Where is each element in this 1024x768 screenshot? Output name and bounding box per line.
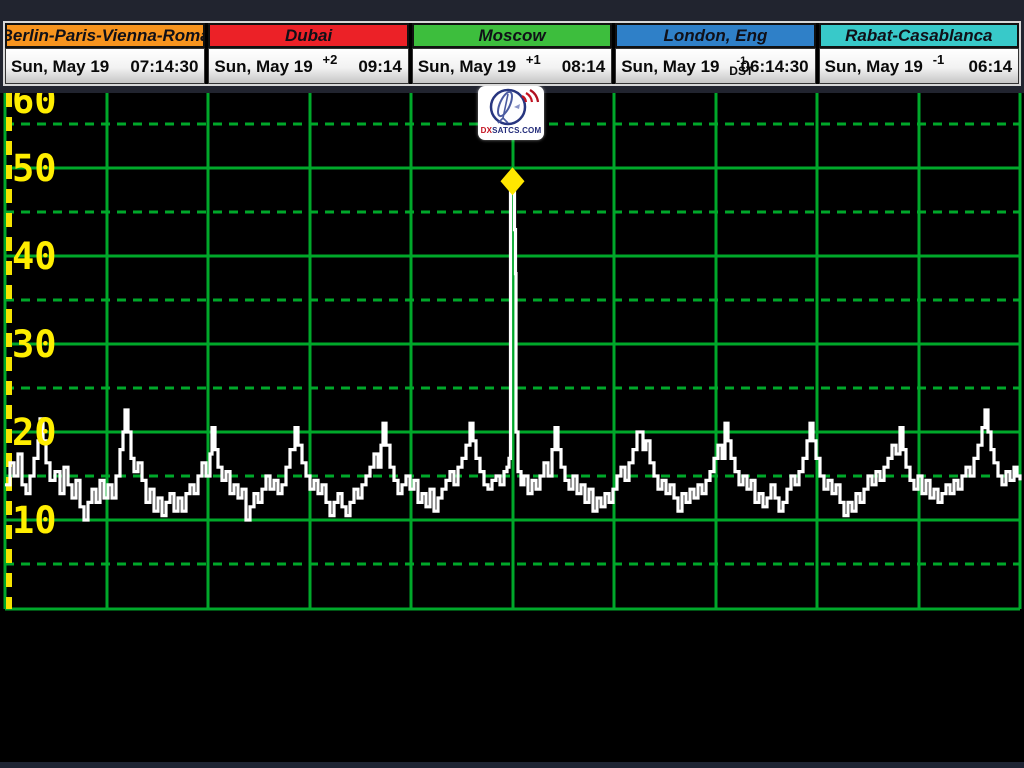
- y-axis-tick-label: 30: [12, 323, 57, 366]
- clock-date: Sun, May 19: [621, 57, 719, 77]
- clock-datetime: Sun, May 19 07:14:30: [5, 48, 205, 84]
- clock-date: Sun, May 19: [825, 57, 923, 77]
- clock-date: Sun, May 19: [214, 57, 312, 77]
- spectrum-plot: 10 20 30 40 50 60: [0, 93, 1024, 615]
- clock-utc-offset: +2: [322, 52, 337, 67]
- clock-time: 09:14: [358, 57, 401, 77]
- topbar: Berlin-Paris-Vienna-Roma Sun, May 19 07:…: [0, 0, 1024, 93]
- bottom-edge-strip: [0, 762, 1024, 768]
- y-axis-tick-label: 40: [12, 235, 57, 278]
- spectrum-chart: 10 20 30 40 50 60: [0, 93, 1024, 615]
- clock-date: Sun, May 19: [418, 57, 516, 77]
- logo-text: DXSATCS.COM: [481, 126, 542, 135]
- satellite-dish-icon: [481, 86, 541, 128]
- dxsatcs-logo: DXSATCS.COM: [478, 86, 544, 140]
- clock-column: Berlin-Paris-Vienna-Roma Sun, May 19 07:…: [5, 23, 208, 84]
- clock-column: London, Eng Sun, May 19 -1DST 06:14:30: [615, 23, 818, 84]
- clock-utc-offset: -1: [933, 52, 945, 67]
- clock-date: Sun, May 19: [11, 57, 109, 77]
- clock-time: 07:14:30: [130, 57, 198, 77]
- y-axis-tick-label: 60: [12, 93, 57, 122]
- clock-column: Moscow Sun, May 19 +1 08:14: [412, 23, 615, 84]
- clock-time: 06:14:30: [741, 57, 809, 77]
- clock-datetime: Sun, May 19 +2 09:14: [208, 48, 408, 84]
- peak-marker-diamond: [501, 167, 525, 195]
- readout-bar: SP 100KHz 600 HzW 12501.010 MHz. Pwr 48.…: [0, 615, 1024, 763]
- y-axis-tick-label: 50: [12, 147, 57, 190]
- clock-city-label: London, Eng: [615, 23, 815, 48]
- clock-time: 08:14: [562, 57, 605, 77]
- clock-utc-offset: +1: [526, 52, 541, 67]
- clock-city-label: Rabat-Casablanca: [819, 23, 1019, 48]
- clock-city-label: Dubai: [208, 23, 408, 48]
- clock-datetime: Sun, May 19 -1DST 06:14:30: [615, 48, 815, 84]
- world-clock-bar: Berlin-Paris-Vienna-Roma Sun, May 19 07:…: [3, 21, 1021, 86]
- y-axis-tick-label: 20: [12, 411, 57, 454]
- clock-column: Dubai Sun, May 19 +2 09:14: [208, 23, 411, 84]
- clock-column: Rabat-Casablanca Sun, May 19 -1 06:14: [819, 23, 1019, 84]
- y-axis-tick-label: 10: [12, 499, 57, 542]
- satellite-meter-screen: Berlin-Paris-Vienna-Roma Sun, May 19 07:…: [0, 0, 1024, 768]
- clock-city-label: Moscow: [412, 23, 612, 48]
- clock-datetime: Sun, May 19 -1 06:14: [819, 48, 1019, 84]
- clock-datetime: Sun, May 19 +1 08:14: [412, 48, 612, 84]
- clock-city-label: Berlin-Paris-Vienna-Roma: [5, 23, 205, 48]
- clock-time: 06:14: [969, 57, 1012, 77]
